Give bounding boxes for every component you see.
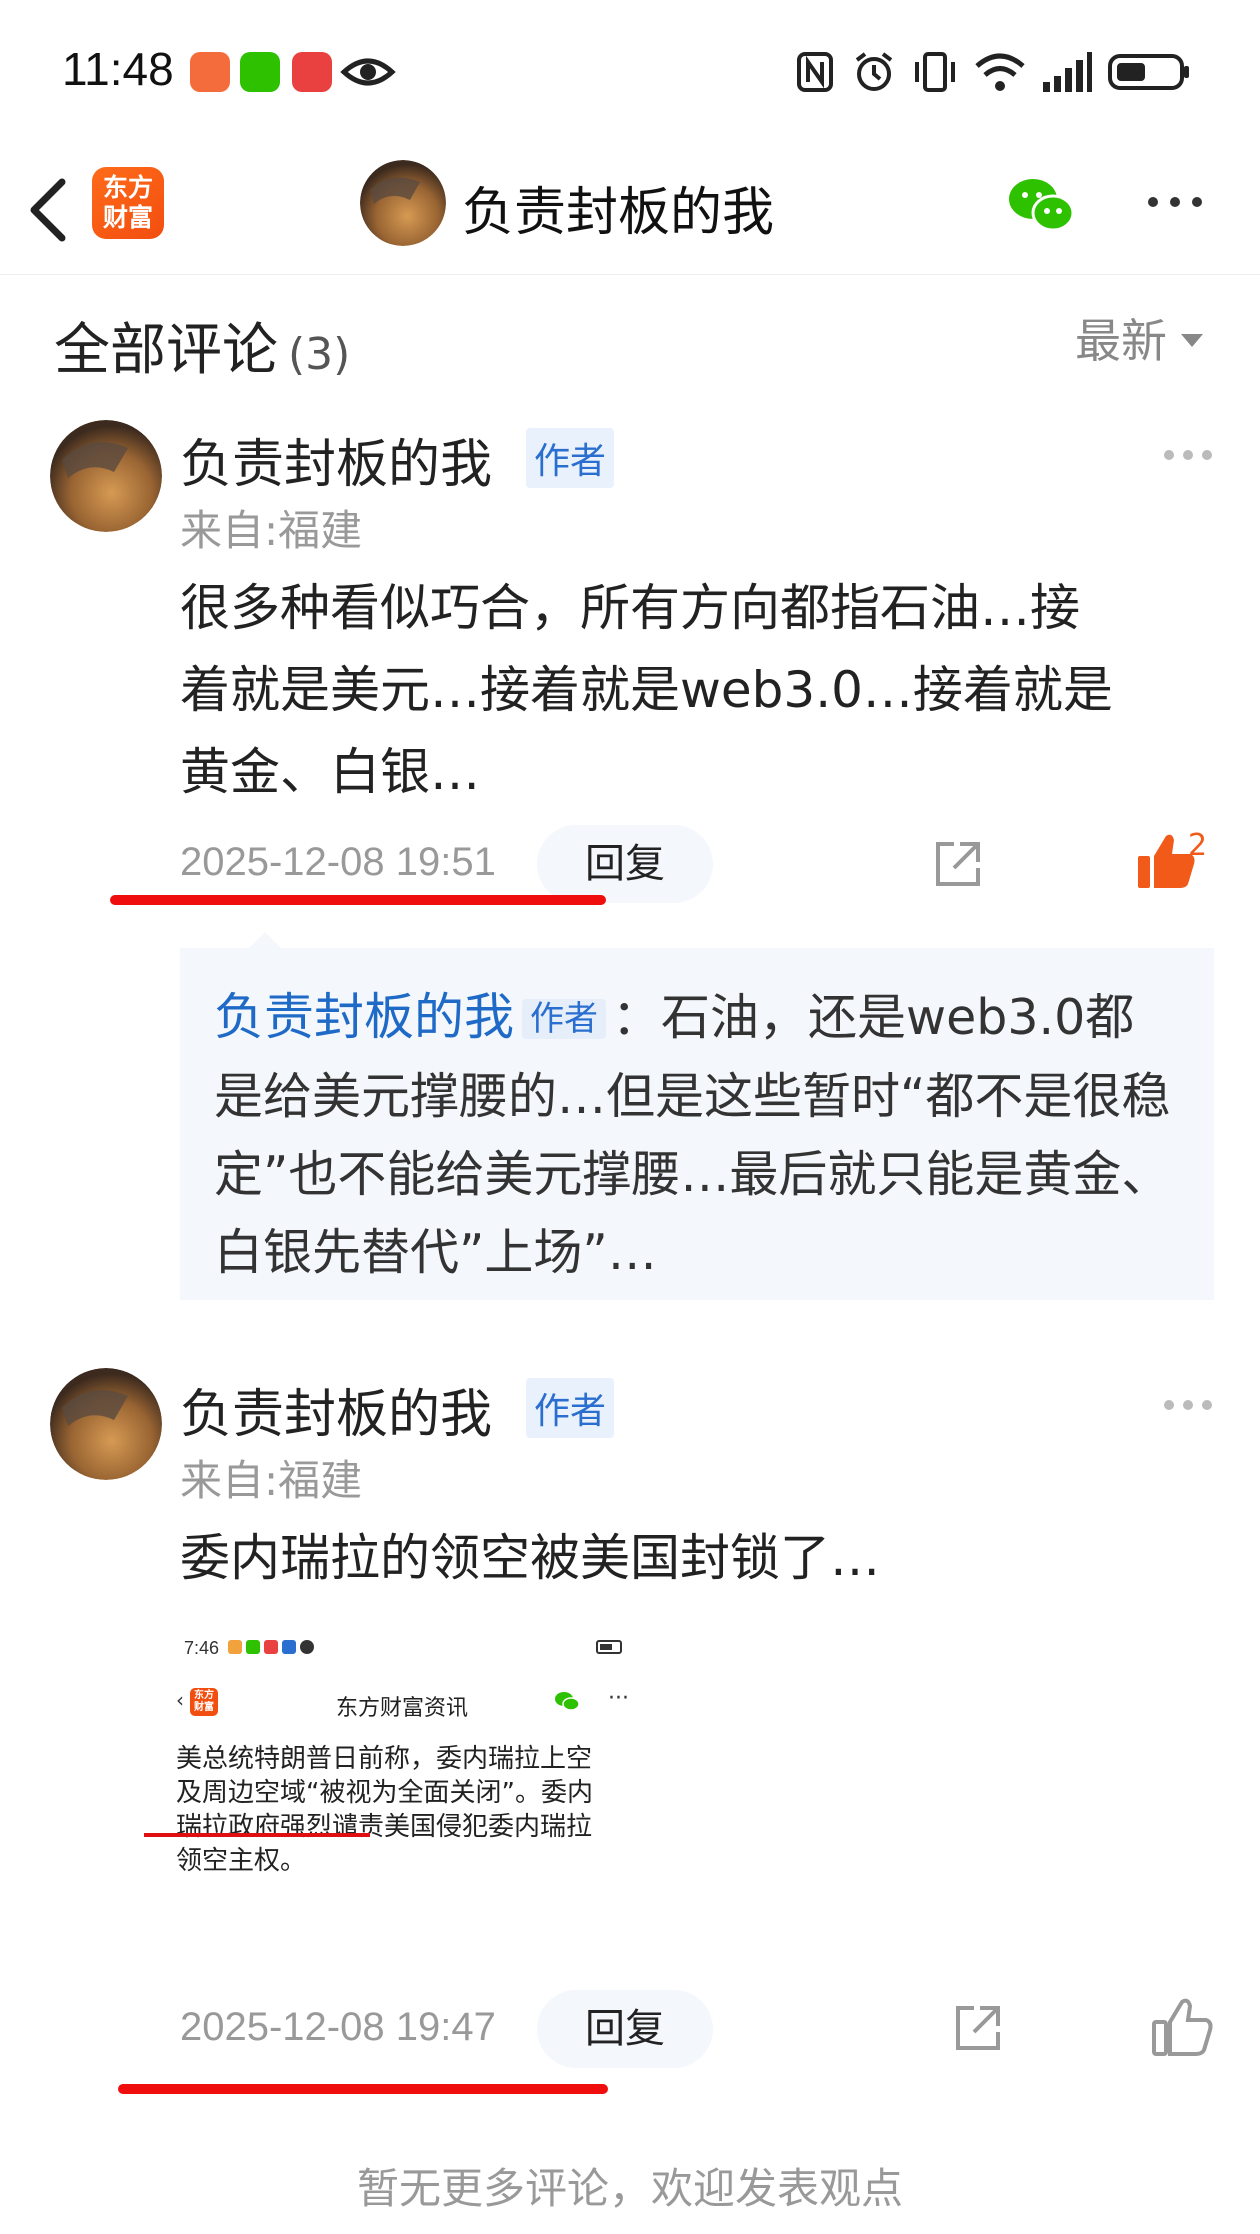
red-annotation-underline bbox=[118, 2084, 608, 2094]
battery-icon bbox=[1108, 54, 1189, 90]
user-avatar[interactable] bbox=[360, 160, 446, 246]
sort-label: 最新 bbox=[1075, 314, 1167, 368]
embed-back-icon: ‹ bbox=[176, 1688, 184, 1712]
comment-content: 委内瑞拉的领空被美国封锁了… bbox=[180, 1529, 880, 1587]
comments-count: (3) bbox=[288, 329, 351, 380]
embed-line: 瑞拉政府强烈谴责美国侵犯委内瑞拉 bbox=[176, 1812, 593, 1842]
author-badge: 作者 bbox=[526, 428, 615, 488]
comments-title-text: 全部评论 bbox=[54, 318, 278, 383]
embed-line: 领空主权。 bbox=[176, 1846, 307, 1876]
share-icon[interactable] bbox=[930, 836, 986, 892]
comment-author-name[interactable]: 负责封板的我 bbox=[180, 1372, 492, 1447]
comment-content-line: 很多种看似巧合，所有方向都指石油…接 bbox=[180, 579, 1080, 637]
embed-wechat-icon bbox=[555, 1692, 580, 1711]
alarm-icon bbox=[855, 52, 893, 91]
app-logo[interactable]: 东方财富 bbox=[92, 167, 164, 239]
top-navigation-bar: 东方财富 负责封板的我 bbox=[0, 140, 1260, 275]
comment-more-icon[interactable] bbox=[1162, 448, 1214, 462]
reply-button[interactable]: 回复 bbox=[537, 825, 713, 903]
comment-content-line: 着就是美元…接着就是web3.0…接着就是 bbox=[180, 661, 1113, 719]
embed-line: 美总统特朗普日前称，委内瑞拉上空 bbox=[176, 1744, 593, 1774]
vibrate-icon bbox=[915, 52, 955, 92]
wechat-share-icon[interactable] bbox=[1005, 175, 1077, 235]
embed-line: 及周边空域“被视为全面关闭”。委内 bbox=[176, 1778, 593, 1808]
reply-button[interactable]: 回复 bbox=[537, 1990, 713, 2068]
comment-author-name[interactable]: 负责封板的我 bbox=[180, 422, 492, 497]
comment-location: 来自:福建 bbox=[180, 1456, 363, 1505]
app-notification-icon bbox=[190, 52, 230, 92]
status-time: 11:48 bbox=[62, 43, 174, 95]
comment-more-icon[interactable] bbox=[1162, 1398, 1214, 1412]
embed-more-icon: ··· bbox=[608, 1686, 629, 1711]
app-logo-text: 东方财富 bbox=[102, 173, 153, 232]
embed-article-text: 美总统特朗普日前称，委内瑞拉上空 及周边空域“被视为全面关闭”。委内 瑞拉政府强… bbox=[176, 1742, 646, 1878]
wechat-notification-icon bbox=[240, 52, 280, 92]
comment-avatar[interactable] bbox=[50, 1368, 162, 1480]
author-badge: 作者 bbox=[522, 999, 606, 1039]
status-icons bbox=[795, 50, 1191, 94]
reply-box-pointer bbox=[248, 932, 282, 949]
sort-dropdown[interactable]: 最新 bbox=[1075, 305, 1203, 371]
comments-section-title: 全部评论 (3) bbox=[54, 305, 350, 386]
back-arrow-icon[interactable] bbox=[20, 170, 80, 250]
red-app-notification-icon bbox=[292, 52, 332, 92]
embed-status-time: 7:46 bbox=[184, 1638, 220, 1658]
embed-app-logo: 东方财富 bbox=[190, 1688, 218, 1716]
red-annotation-underline bbox=[110, 895, 606, 905]
comment-timestamp: 2025-12-08 19:47 bbox=[180, 2005, 496, 2049]
embed-status-icons bbox=[228, 1640, 318, 1654]
reply-author-name[interactable]: 负责封板的我 bbox=[214, 988, 514, 1046]
comment-image[interactable]: 7:46 ‹ 东方财富 东方财富资讯 ··· 美总统特朗普日前称，委内瑞拉上空 … bbox=[176, 1632, 646, 1952]
like-count: 2 bbox=[1188, 828, 1208, 863]
more-options-icon[interactable] bbox=[1145, 190, 1205, 214]
caret-down-icon bbox=[1181, 333, 1203, 347]
thumbs-up-icon[interactable] bbox=[1148, 1992, 1218, 2062]
eye-icon bbox=[340, 58, 396, 86]
signal-icon bbox=[1043, 52, 1092, 92]
wifi-icon bbox=[975, 53, 1025, 91]
comment-avatar[interactable] bbox=[50, 420, 162, 532]
page-title: 负责封板的我 bbox=[462, 183, 775, 243]
comment-location: 来自:福建 bbox=[180, 506, 363, 555]
author-badge: 作者 bbox=[526, 1378, 615, 1438]
status-bar: 11:48 bbox=[0, 0, 1260, 140]
embed-title: 东方财富资讯 bbox=[336, 1696, 469, 1721]
nfc-icon bbox=[797, 52, 833, 92]
nested-reply[interactable]: 负责封板的我 作者 ：石油，还是web3.0都是给美元撑腰的…但是这些暂时“都不是很… bbox=[180, 948, 1214, 1300]
embed-red-underline bbox=[144, 1833, 370, 1837]
comment-timestamp: 2025-12-08 19:51 bbox=[180, 840, 496, 884]
embed-battery-icon bbox=[596, 1640, 622, 1654]
comment-content-line: 黄金、白银… bbox=[180, 743, 480, 801]
no-more-comments-text: 暂无更多评论，欢迎发表观点 bbox=[356, 2164, 903, 2213]
share-icon[interactable] bbox=[950, 2000, 1006, 2056]
comment-content: 很多种看似巧合，所有方向都指石油…接 着就是美元…接着就是web3.0…接着就是… bbox=[180, 567, 1220, 813]
